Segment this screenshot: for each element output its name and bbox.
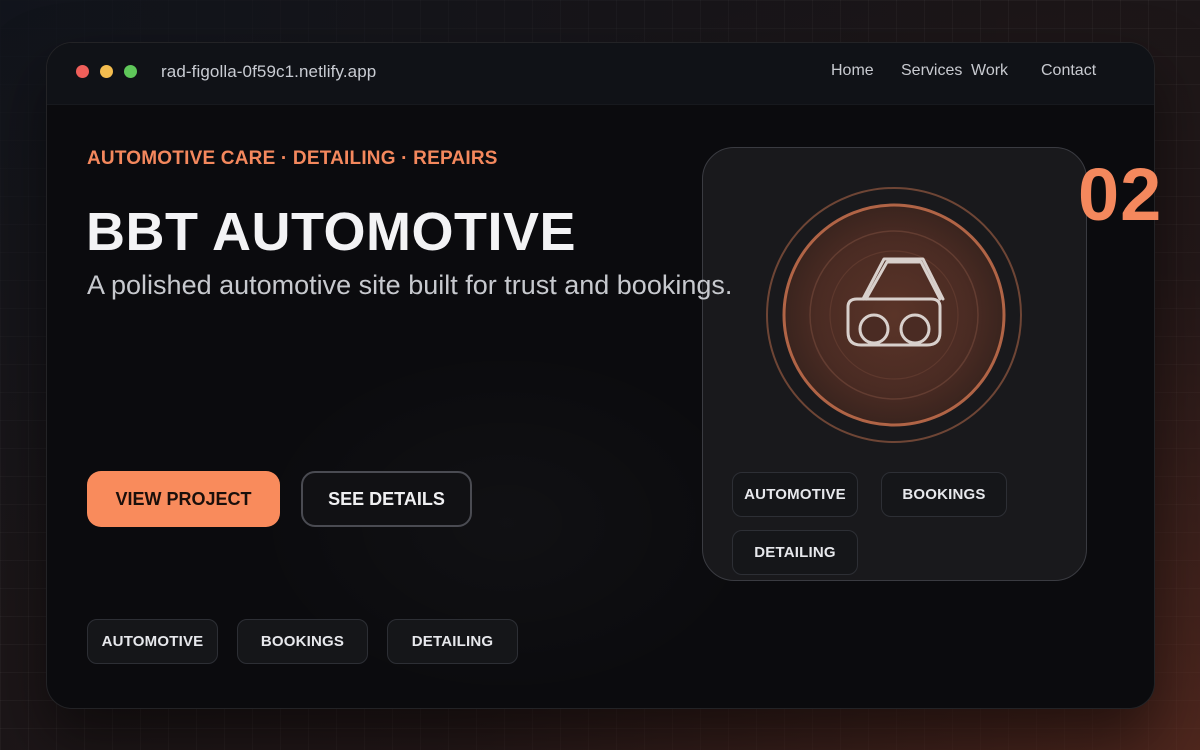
minimize-window-dot[interactable]	[100, 65, 113, 78]
car-emblem	[766, 187, 1022, 443]
nav-link-home[interactable]: Home	[831, 62, 874, 80]
card-tag-bookings: BOOKINGS	[881, 472, 1007, 517]
project-card: AUTOMOTIVE BOOKINGS DETAILING	[702, 147, 1087, 581]
tag-bookings: BOOKINGS	[237, 619, 368, 664]
nav-link-contact[interactable]: Contact	[1041, 62, 1096, 80]
tag-automotive: AUTOMOTIVE	[87, 619, 218, 664]
project-number: 02	[1078, 153, 1163, 236]
emblem-disc	[782, 203, 1006, 427]
view-project-button[interactable]: VIEW PROJECT	[87, 471, 280, 527]
nav-link-work[interactable]: Work	[971, 62, 1008, 80]
nav-link-services[interactable]: Services	[901, 62, 962, 80]
browser-titlebar: rad-figolla-0f59c1.netlify.app Home Serv…	[47, 43, 1154, 105]
browser-window: rad-figolla-0f59c1.netlify.app Home Serv…	[46, 42, 1155, 709]
hero-subtitle: A polished automotive site built for tru…	[87, 270, 733, 300]
hero-eyebrow: AUTOMOTIVE CARE · DETAILING · REPAIRS	[87, 148, 498, 169]
hero-title: BBT AUTOMOTIVE	[86, 202, 576, 262]
close-window-dot[interactable]	[76, 65, 89, 78]
see-details-button[interactable]: SEE DETAILS	[301, 471, 472, 527]
tag-detailing: DETAILING	[387, 619, 518, 664]
url-text[interactable]: rad-figolla-0f59c1.netlify.app	[161, 62, 376, 82]
maximize-window-dot[interactable]	[124, 65, 137, 78]
card-tag-detailing: DETAILING	[732, 530, 858, 575]
card-tag-automotive: AUTOMOTIVE	[732, 472, 858, 517]
